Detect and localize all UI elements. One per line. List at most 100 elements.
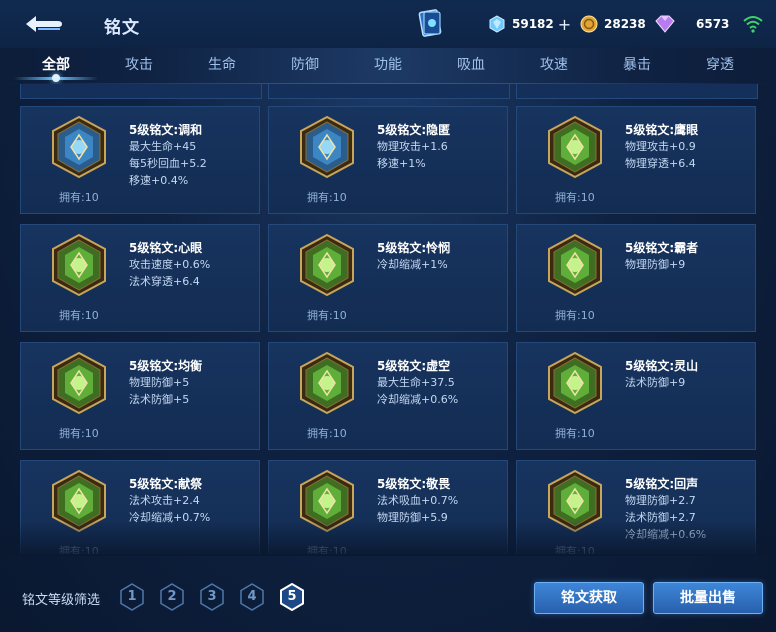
rune-name: 5级铭文:虚空	[377, 359, 451, 373]
owned-count: 拥有:10	[307, 545, 347, 554]
card-stub	[268, 84, 510, 99]
owned-count: 拥有:10	[59, 545, 99, 554]
rune-attribute: 法术攻击+2.4	[129, 494, 200, 507]
diamond-currency: 59182 +	[488, 14, 571, 34]
rune-attribute: 物理防御+5.9	[377, 511, 448, 524]
rune-name: 5级铭文:敬畏	[377, 477, 451, 491]
rune-card[interactable]: 5级铭文:敬畏拥有:10 法术吸血+0.7% 物理防御+5.9	[268, 460, 508, 554]
rune-name: 5级铭文:献祭	[129, 477, 203, 491]
mountain-rune-icon	[548, 351, 602, 415]
rune-attribute: 攻击速度+0.6%	[129, 258, 211, 271]
back-button[interactable]	[22, 12, 68, 36]
rune-attribute: 物理防御+9	[625, 258, 686, 271]
diamond-icon	[489, 15, 505, 33]
level-number: 5	[287, 589, 297, 604]
owned-count: 拥有:10	[555, 545, 595, 554]
rune-attribute: 物理防御+2.7	[625, 494, 696, 507]
rune-attribute: 移速+1%	[377, 157, 426, 170]
rune-card[interactable]: 5级铭文:均衡 拥有:10 物理防御+5 法术防御+5	[20, 342, 260, 450]
rune-name: 5级铭文:调和	[129, 123, 203, 137]
tab-penetration[interactable]: 穿透	[706, 54, 734, 74]
balance-rune-icon	[52, 351, 106, 415]
rune-card[interactable]: 5级铭文:隐匿拥有:10 物理攻击+1.6 移速+1%	[268, 106, 508, 214]
gold-coin-icon	[580, 15, 598, 33]
owned-count: 拥有:10	[555, 427, 595, 440]
gold-currency: 28238	[580, 14, 646, 34]
rune-attribute: 物理攻击+0.9	[625, 140, 696, 153]
owned-count: 拥有:10	[59, 309, 99, 322]
level-filter-5[interactable]: 5	[279, 582, 305, 612]
rune-attribute: 冷却缩减+0.7%	[129, 511, 211, 524]
rune-attribute: 最大生命+45	[129, 140, 197, 153]
rune-deck-icon[interactable]	[418, 8, 444, 38]
level-filter-3[interactable]: 3	[199, 583, 225, 611]
tab-lifesteal[interactable]: 吸血	[457, 54, 485, 74]
rune-card[interactable]: 5级铭文:献祭拥有:10 法术攻击+2.4 冷却缩减+0.7%	[20, 460, 260, 554]
level-filter-2[interactable]: 2	[159, 583, 185, 611]
rune-card[interactable]: 5级铭文:回声 拥有:10 物理防御+2.7 法术防御+2.7 冷却缩减+0.6%	[516, 460, 756, 554]
wifi-signal-icon	[743, 16, 763, 33]
rune-name: 5级铭文:隐匿	[377, 123, 451, 137]
gem-currency: 6573	[654, 14, 729, 34]
tab-function[interactable]: 功能	[374, 54, 402, 74]
rune-attribute: 冷却缩减+1%	[377, 258, 448, 271]
card-stub	[20, 84, 262, 99]
level-number: 2	[167, 589, 177, 604]
owned-count: 拥有:10	[555, 191, 595, 204]
owned-count: 拥有:10	[307, 427, 347, 440]
gem-amount: 6573	[696, 17, 730, 31]
tab-health[interactable]: 生命	[208, 54, 236, 74]
owned-count: 拥有:10	[307, 191, 347, 204]
bulk-sell-button[interactable]: 批量出售	[653, 582, 763, 614]
category-tabs: 全部 攻击 生命 防御 功能 吸血 攻速 暴击 穿透	[0, 48, 776, 82]
arch-rune-icon	[548, 233, 602, 297]
owned-count: 拥有:10	[555, 309, 595, 322]
gate-rune-icon	[52, 233, 106, 297]
tab-defense[interactable]: 防御	[291, 54, 319, 74]
rune-name: 5级铭文:鹰眼	[625, 123, 699, 137]
flame-rune-icon	[300, 115, 354, 179]
rune-name: 5级铭文:怜悯	[377, 241, 451, 255]
level-filter-1[interactable]: 1	[119, 583, 145, 611]
tab-crit[interactable]: 暴击	[623, 54, 651, 74]
rune-attribute: 物理攻击+1.6	[377, 140, 448, 153]
rune-card[interactable]: 5级铭文:霸者拥有:10 物理防御+9	[516, 224, 756, 332]
rune-card[interactable]: 5级铭文:虚空拥有:10 最大生命+37.5 冷却缩减+0.6%	[268, 342, 508, 450]
level-filter-label: 铭文等级筛选	[22, 593, 101, 608]
rune-card[interactable]: 5级铭文:怜悯拥有:10 冷却缩减+1%	[268, 224, 508, 332]
rune-name: 5级铭文:均衡	[129, 359, 203, 373]
active-tab-indicator	[52, 74, 60, 82]
rune-name: 5级铭文:灵山	[625, 359, 699, 373]
tab-all[interactable]: 全部	[42, 54, 70, 74]
back-arrow-icon	[26, 16, 62, 32]
level-number: 3	[207, 589, 217, 604]
rune-grid: 5级铭文:调和 拥有:10 最大生命+45 每5秒回血+5.2 移速+0.4% 5级铭文:…	[0, 84, 776, 554]
eagle-rune-icon	[548, 115, 602, 179]
echo-rune-icon	[548, 469, 602, 533]
tab-attack[interactable]: 攻击	[125, 54, 153, 74]
rune-attribute: 法术穿透+6.4	[129, 275, 200, 288]
rune-attribute: 冷却缩减+0.6%	[377, 393, 459, 406]
obtain-rune-button[interactable]: 铭文获取	[534, 582, 644, 614]
rune-card[interactable]: 5级铭文:鹰眼 拥有:10 物理攻击+0.9 物理穿透+6.4	[516, 106, 756, 214]
add-diamond-button[interactable]: +	[558, 15, 571, 34]
tab-attack-speed[interactable]: 攻速	[540, 54, 568, 74]
diamond-amount: 59182	[512, 17, 554, 31]
owned-count: 拥有:10	[59, 427, 99, 440]
rune-attribute: 法术防御+2.7	[625, 511, 696, 524]
awe-rune-icon	[300, 469, 354, 533]
rune-attribute: 最大生命+37.5	[377, 376, 455, 389]
rune-attribute: 物理防御+5	[129, 376, 190, 389]
sacrifice-rune-icon	[52, 469, 106, 533]
level-filter-4[interactable]: 4	[239, 583, 265, 611]
rune-attribute: 法术吸血+0.7%	[377, 494, 459, 507]
rune-name: 5级铭文:霸者	[625, 241, 699, 255]
owned-count: 拥有:10	[307, 309, 347, 322]
rune-name: 5级铭文:心眼	[129, 241, 203, 255]
rune-attribute: 移速+0.4%	[129, 174, 189, 187]
level-number: 1	[127, 589, 137, 604]
rune-card[interactable]: 5级铭文:调和 拥有:10 最大生命+45 每5秒回血+5.2 移速+0.4%	[20, 106, 260, 214]
level-number: 4	[247, 589, 257, 604]
rune-card[interactable]: 5级铭文:心眼拥有:10 攻击速度+0.6% 法术穿透+6.4	[20, 224, 260, 332]
rune-card[interactable]: 5级铭文:灵山 拥有:10 法术防御+9	[516, 342, 756, 450]
